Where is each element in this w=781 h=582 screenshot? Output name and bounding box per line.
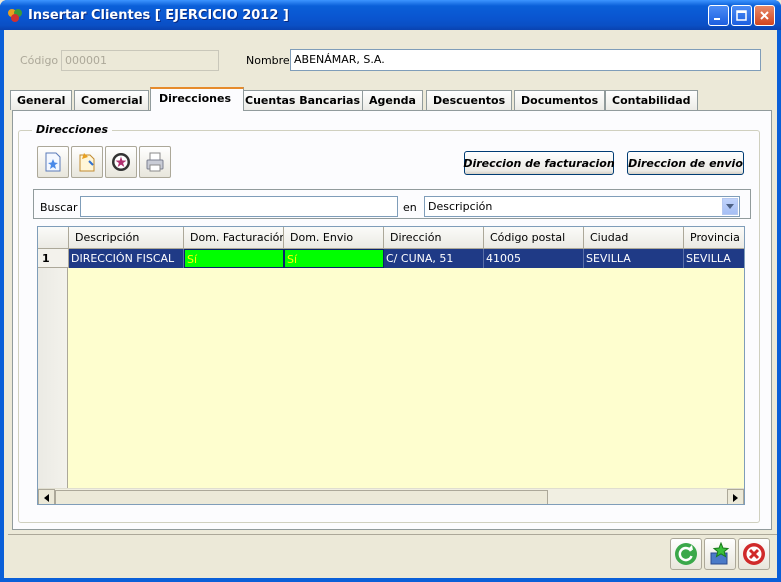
tab-documentos[interactable]: Documentos — [514, 90, 606, 110]
tab-cuentas-bancarias[interactable]: Cuentas Bancarias — [238, 90, 368, 110]
tab-label: Documentos — [521, 94, 599, 107]
tab-label: Cuentas Bancarias — [245, 94, 361, 107]
table-cell[interactable]: SEVILLA — [584, 249, 684, 268]
save-button[interactable] — [704, 538, 736, 570]
group-title: Direcciones — [32, 123, 112, 136]
column-header[interactable]: Código postal — [484, 227, 584, 249]
tab-label: Agenda — [369, 94, 416, 107]
chevron-right-icon — [733, 493, 738, 502]
refresh-icon — [675, 543, 697, 565]
table-cell[interactable]: Sí — [184, 249, 284, 268]
refresh-button[interactable] — [670, 538, 702, 570]
window-client: Código 000001 Nombre ABENÁMAR, S.A. Gene… — [4, 30, 777, 578]
delete-record-icon — [112, 153, 130, 171]
cancel-button[interactable] — [738, 538, 770, 570]
close-button[interactable] — [754, 5, 775, 26]
table-cell[interactable]: 41005 — [484, 249, 584, 268]
direccion-facturacion-button[interactable]: Direccion de facturacion — [463, 151, 615, 175]
column-header[interactable]: Provincia — [684, 227, 744, 249]
minimize-icon — [714, 18, 720, 20]
search-field-select[interactable]: Descripción — [424, 196, 740, 217]
window-title: Insertar Clientes [ EJERCICIO 2012 ] — [28, 8, 289, 23]
nombre-label: Nombre — [246, 54, 290, 67]
tab-contabilidad[interactable]: Contabilidad — [605, 90, 698, 110]
row-indicator-header — [38, 227, 69, 249]
nombre-field[interactable]: ABENÁMAR, S.A. — [290, 49, 761, 71]
direccion-envio-button[interactable]: Direccion de envio — [627, 151, 744, 175]
scroll-left-button[interactable] — [38, 489, 55, 504]
column-header[interactable]: Dom. Facturación — [184, 227, 284, 249]
tab-label: Comercial — [81, 94, 143, 107]
print-icon — [146, 152, 164, 172]
save-star-icon — [710, 542, 730, 565]
tab-general[interactable]: General — [10, 90, 73, 110]
search-field-value: Descripción — [428, 200, 493, 213]
maximize-button[interactable] — [731, 5, 752, 26]
window: Insertar Clientes [ EJERCICIO 2012 ] Cód… — [0, 0, 781, 582]
maximize-icon — [736, 10, 747, 21]
table-cell[interactable]: SEVILLA — [684, 249, 744, 268]
row-number[interactable]: 1 — [38, 249, 69, 268]
search-field-dropdown-button[interactable] — [722, 198, 738, 215]
table-cell[interactable]: C/ CUNA, 51 — [384, 249, 484, 268]
tab-label: Contabilidad — [612, 94, 691, 107]
addresses-table: Descripción Dom. Facturación Dom. Envio … — [37, 226, 745, 505]
print-button[interactable] — [139, 146, 171, 178]
search-label: Buscar — [40, 201, 78, 214]
new-record-icon — [45, 152, 61, 172]
search-input[interactable] — [80, 196, 398, 217]
app-icon — [7, 7, 23, 23]
scroll-right-button[interactable] — [727, 489, 744, 504]
delete-record-button[interactable] — [105, 146, 137, 178]
close-icon — [760, 11, 769, 20]
chevron-left-icon — [44, 493, 49, 502]
minimize-button[interactable] — [708, 5, 729, 26]
horizontal-scrollbar[interactable] — [38, 488, 744, 504]
tab-descuentos[interactable]: Descuentos — [426, 90, 513, 110]
tab-agenda[interactable]: Agenda — [362, 90, 423, 110]
table-cell[interactable]: DIRECCIÓN FISCAL — [69, 249, 184, 268]
column-header[interactable]: Descripción — [69, 227, 184, 249]
column-header[interactable]: Ciudad — [584, 227, 684, 249]
table-cell[interactable]: Sí — [284, 249, 384, 268]
column-header[interactable]: Dom. Envio — [284, 227, 384, 249]
footer-divider — [8, 534, 777, 535]
title-bar[interactable]: Insertar Clientes [ EJERCICIO 2012 ] — [0, 0, 781, 30]
tab-label: General — [17, 94, 66, 107]
edit-record-button[interactable] — [71, 146, 103, 178]
tab-label: Direcciones — [159, 92, 231, 105]
codigo-label: Código — [20, 54, 59, 67]
scroll-thumb[interactable] — [55, 490, 548, 504]
tab-direcciones[interactable]: Direcciones — [150, 87, 244, 111]
edit-record-icon — [79, 153, 95, 172]
row-indicator-column — [38, 249, 68, 489]
tab-label: Descuentos — [433, 94, 506, 107]
en-label: en — [403, 201, 417, 214]
chevron-down-icon — [726, 204, 734, 209]
new-record-button[interactable] — [37, 146, 69, 178]
codigo-field: 000001 — [61, 50, 219, 71]
tab-comercial[interactable]: Comercial — [74, 90, 150, 110]
column-header[interactable]: Dirección — [384, 227, 484, 249]
cancel-icon — [743, 543, 765, 565]
